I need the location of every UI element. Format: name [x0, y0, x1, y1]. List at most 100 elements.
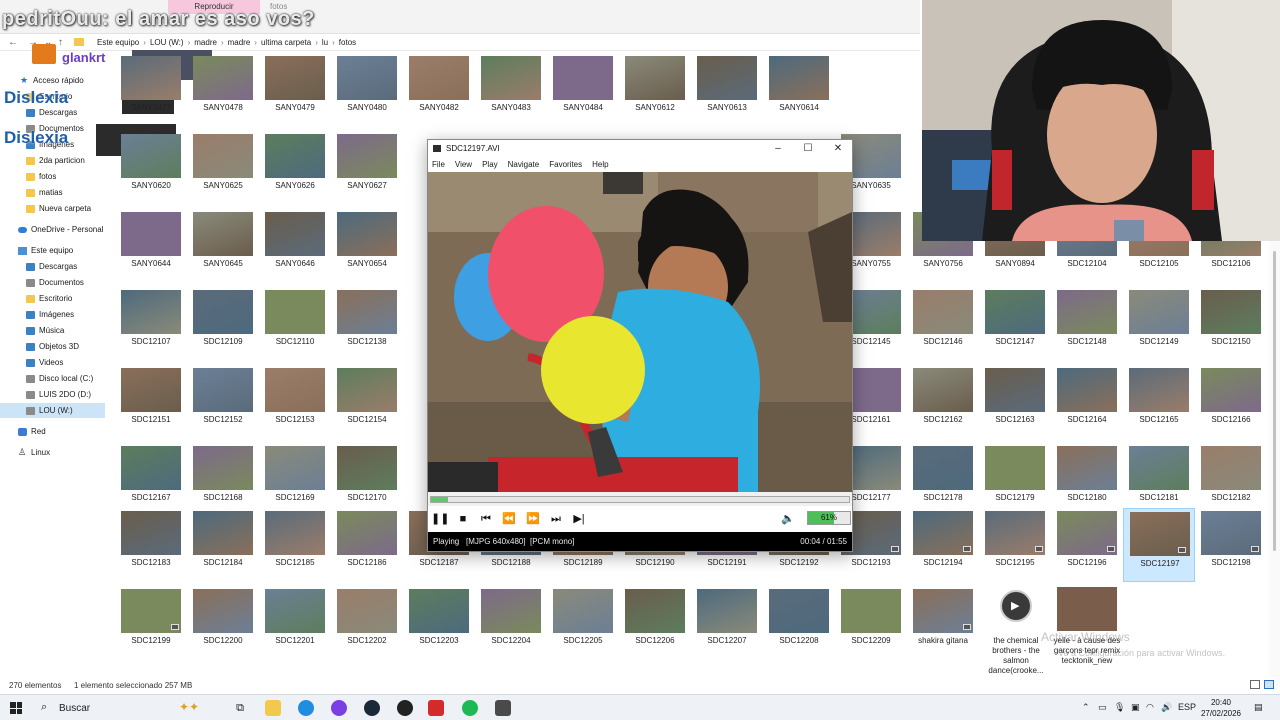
- breadcrumb-item[interactable]: fotos: [339, 38, 356, 47]
- maximize-button[interactable]: ☐: [796, 142, 820, 156]
- file-item[interactable]: SANY0620: [115, 131, 187, 205]
- breadcrumb-item[interactable]: lu: [322, 38, 328, 47]
- file-item[interactable]: SDC12199: [115, 586, 187, 660]
- file-item[interactable]: SANY0626: [259, 131, 331, 205]
- file-item[interactable]: SDC12147: [979, 287, 1051, 361]
- sidebar-item[interactable]: ★ Acceso rápido: [0, 73, 105, 88]
- sidebar-item[interactable]: Nueva carpeta: [0, 201, 105, 216]
- file-item[interactable]: SDC12185: [259, 508, 331, 582]
- system-clock[interactable]: 20:40 27/02/2026: [1195, 697, 1247, 719]
- details-view-icon[interactable]: [1250, 680, 1260, 689]
- file-item[interactable]: SANY0482: [403, 53, 475, 127]
- close-button[interactable]: ✕: [826, 142, 850, 156]
- sidebar-item[interactable]: Documentos: [0, 275, 105, 290]
- obs-icon[interactable]: [397, 700, 413, 716]
- file-item[interactable]: SANY0612: [619, 53, 691, 127]
- breadcrumb-item[interactable]: LOU (W:): [150, 38, 184, 47]
- sidebar-item[interactable]: Escritorio: [0, 291, 105, 306]
- fast-forward-button[interactable]: ⏩: [524, 511, 542, 527]
- seek-bar[interactable]: [428, 494, 852, 504]
- tray-wifi-icon[interactable]: ◠: [1146, 702, 1154, 713]
- file-item[interactable]: SDC12110: [259, 287, 331, 361]
- sidebar-item[interactable]: Descargas: [0, 259, 105, 274]
- file-item[interactable]: SANY0646: [259, 209, 331, 283]
- tray-network-icon[interactable]: ▭: [1098, 702, 1107, 713]
- file-item[interactable]: SDC12152: [187, 365, 259, 439]
- file-explorer-icon[interactable]: [265, 700, 281, 716]
- file-item[interactable]: SDC12179: [979, 443, 1051, 517]
- file-item[interactable]: SDC12178: [907, 443, 979, 517]
- file-item[interactable]: SDC12206: [619, 586, 691, 660]
- file-item[interactable]: SDC12168: [187, 443, 259, 517]
- file-item[interactable]: SDC12201: [259, 586, 331, 660]
- file-item[interactable]: SDC12194: [907, 508, 979, 582]
- canva-icon[interactable]: [331, 700, 347, 716]
- file-item[interactable]: SDC12197: [1123, 508, 1195, 582]
- file-item[interactable]: SDC12182: [1195, 443, 1267, 517]
- breadcrumb-separator-icon[interactable]: ›: [254, 38, 257, 47]
- player-menu-item[interactable]: View: [455, 158, 472, 172]
- file-item[interactable]: SDC12107: [115, 287, 187, 361]
- steam-icon[interactable]: [364, 700, 380, 716]
- breadcrumb-separator-icon[interactable]: ›: [188, 38, 191, 47]
- pause-button[interactable]: ❚❚: [431, 511, 449, 527]
- sidebar-item[interactable]: Música: [0, 323, 105, 338]
- up-arrow-icon[interactable]: ↑: [58, 37, 63, 48]
- file-item[interactable]: SDC12181: [1123, 443, 1195, 517]
- sidebar-item[interactable]: LUIS 2DO (D:): [0, 387, 105, 402]
- breadcrumb-separator-icon[interactable]: ›: [332, 38, 335, 47]
- breadcrumb[interactable]: Este equipo › LOU (W:) › madre › madre › ultima …: [97, 38, 356, 47]
- breadcrumb-item[interactable]: Este equipo: [97, 38, 139, 47]
- taskbar-search[interactable]: ⌕ Buscar ✦✦: [33, 697, 218, 719]
- file-item[interactable]: SDC12186: [331, 508, 403, 582]
- file-item[interactable]: SDC12183: [115, 508, 187, 582]
- video-frame[interactable]: [428, 172, 852, 492]
- sidebar-item[interactable]: Videos: [0, 355, 105, 370]
- breadcrumb-item[interactable]: madre: [194, 38, 217, 47]
- player-title-bar[interactable]: SDC12197.AVI – ☐ ✕: [428, 140, 852, 158]
- file-item[interactable]: shakira gitana: [907, 586, 979, 660]
- file-item[interactable]: SDC12208: [763, 586, 835, 660]
- file-item[interactable]: SDC12148: [1051, 287, 1123, 361]
- sidebar-item[interactable]: Objetos 3D: [0, 339, 105, 354]
- sidebar-item[interactable]: LOU (W:): [0, 403, 105, 418]
- file-item[interactable]: SDC12163: [979, 365, 1051, 439]
- next-button[interactable]: ⏭: [547, 511, 565, 527]
- file-item[interactable]: SDC12166: [1195, 365, 1267, 439]
- file-item[interactable]: SANY0644: [115, 209, 187, 283]
- vertical-scrollbar[interactable]: [1269, 241, 1280, 677]
- sidebar-item[interactable]: Imágenes: [0, 307, 105, 322]
- file-item[interactable]: SDC12165: [1123, 365, 1195, 439]
- file-item[interactable]: SDC12203: [403, 586, 475, 660]
- recording-app-icon[interactable]: [428, 700, 444, 716]
- tray-chevron-icon[interactable]: ⌃: [1082, 702, 1090, 713]
- file-item[interactable]: SANY0654: [331, 209, 403, 283]
- file-item[interactable]: SANY0613: [691, 53, 763, 127]
- file-item[interactable]: SDC12164: [1051, 365, 1123, 439]
- frame-step-button[interactable]: ▶|: [570, 511, 588, 527]
- file-item[interactable]: SDC12180: [1051, 443, 1123, 517]
- windows-start-icon[interactable]: [10, 702, 22, 714]
- file-item[interactable]: SDC12153: [259, 365, 331, 439]
- file-item[interactable]: SDC12170: [331, 443, 403, 517]
- media-player-window[interactable]: SDC12197.AVI – ☐ ✕ File View Play Navigate F…: [427, 139, 853, 552]
- file-item[interactable]: SANY0627: [331, 131, 403, 205]
- file-item[interactable]: SANY0614: [763, 53, 835, 127]
- file-item[interactable]: SDC12195: [979, 508, 1051, 582]
- spotify-icon[interactable]: [462, 700, 478, 716]
- file-item[interactable]: SDC12109: [187, 287, 259, 361]
- breadcrumb-separator-icon[interactable]: ›: [143, 38, 146, 47]
- breadcrumb-separator-icon[interactable]: ›: [315, 38, 318, 47]
- sidebar-item[interactable]: ♙ Linux: [0, 445, 105, 460]
- sidebar-item[interactable]: fotos: [0, 169, 105, 184]
- previous-button[interactable]: ⏮: [477, 511, 495, 527]
- file-item[interactable]: SDC12204: [475, 586, 547, 660]
- file-item[interactable]: SANY0484: [547, 53, 619, 127]
- volume-slider[interactable]: 61%: [807, 511, 851, 525]
- file-item[interactable]: SDC12138: [331, 287, 403, 361]
- file-item[interactable]: SDC12149: [1123, 287, 1195, 361]
- task-view-icon[interactable]: ⧉: [232, 700, 248, 716]
- file-item[interactable]: SANY0477: [115, 53, 187, 127]
- file-item[interactable]: SDC12167: [115, 443, 187, 517]
- sidebar-item[interactable]: matias: [0, 185, 105, 200]
